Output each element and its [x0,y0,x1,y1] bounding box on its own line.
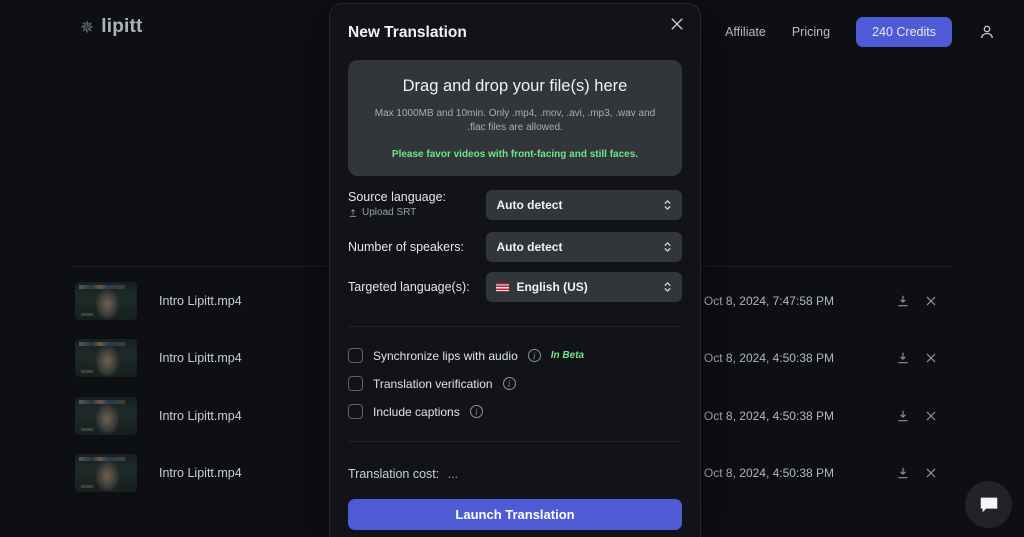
download-icon[interactable] [896,409,910,423]
asterisk-icon: ✵ [80,17,95,37]
option-label: Synchronize lips with audio [373,348,518,363]
download-icon[interactable] [896,351,910,365]
close-icon[interactable] [668,15,686,33]
close-icon[interactable] [924,409,938,423]
upload-icon [349,208,357,217]
app-root: ✵ lipitt Affiliate Pricing 240 Credits I… [0,0,1024,537]
option-include-captions[interactable]: Include captions i [348,404,483,419]
field-source-language: Source language: Upload SRT Auto detect [348,190,682,220]
nav-pricing[interactable]: Pricing [792,25,830,39]
video-thumbnail [75,454,137,493]
dropzone-title: Drag and drop your file(s) here [402,76,628,95]
row-filename: Intro Lipitt.mp4 [159,351,242,366]
option-label: Include captions [373,404,460,419]
upload-srt-label: Upload SRT [362,207,417,218]
upload-srt-button[interactable]: Upload SRT [348,207,486,218]
row-date: Oct 8, 2024, 7:47:58 PM [703,293,834,308]
download-icon[interactable] [896,466,910,480]
speakers-label: Number of speakers: [348,240,465,254]
source-language-value: Auto detect [496,198,563,212]
user-icon[interactable] [978,23,996,41]
row-date: Oct 8, 2024, 4:50:38 PM [703,351,834,366]
top-nav: Affiliate Pricing 240 Credits [725,17,996,47]
close-icon[interactable] [924,294,938,308]
brand-name: lipitt [101,16,143,37]
targeted-language-text: English (US) [516,280,588,294]
beta-badge: In Beta [550,350,585,361]
speakers-value: Auto detect [496,240,563,254]
row-actions [896,409,938,423]
checkbox[interactable] [348,404,363,419]
translation-cost-label: Translation cost: [348,467,440,481]
row-date: Oct 8, 2024, 4:50:38 PM [703,466,834,481]
video-thumbnail [75,396,137,435]
row-actions [896,466,938,480]
divider [348,326,682,327]
info-icon[interactable]: i [527,349,541,362]
file-dropzone[interactable]: Drag and drop your file(s) here Max 1000… [348,60,682,176]
checkbox[interactable] [348,376,363,391]
row-filename: Intro Lipitt.mp4 [159,408,242,423]
launch-translation-button[interactable]: Launch Translation [348,499,682,530]
chevron-updown-icon [663,279,672,295]
targeted-language-label: Targeted language(s): [348,280,470,294]
row-filename: Intro Lipitt.mp4 [159,466,242,481]
field-speakers: Number of speakers: Auto detect [348,232,682,262]
chevron-updown-icon [663,239,672,255]
speakers-select[interactable]: Auto detect [486,232,682,262]
credits-badge[interactable]: 240 Credits [856,17,952,47]
divider [348,441,682,442]
page-title: New Translation [348,24,467,41]
info-icon[interactable]: i [502,377,516,390]
nav-affiliate[interactable]: Affiliate [725,25,766,39]
dropzone-subtitle: Max 1000MB and 10min. Only .mp4, .mov, .… [374,107,656,134]
video-thumbnail [75,339,137,378]
option-label: Translation verification [373,376,493,391]
checkbox[interactable] [348,348,363,363]
translation-cost: Translation cost: ... [348,467,458,481]
option-translation-verification[interactable]: Translation verification i [348,376,516,391]
info-icon[interactable]: i [469,405,483,418]
dropzone-note: Please favor videos with front-facing an… [391,148,639,160]
close-icon[interactable] [924,351,938,365]
chat-bubble-icon[interactable] [965,481,1012,528]
targeted-language-select[interactable]: English (US) [486,272,682,302]
source-language-select[interactable]: Auto detect [486,190,682,220]
targeted-language-value: English (US) [496,280,588,294]
video-thumbnail [75,281,137,320]
brand-logo[interactable]: ✵ lipitt [80,16,143,38]
translation-cost-value: ... [447,467,459,481]
new-translation-modal: New Translation Drag and drop your file(… [330,4,700,537]
row-date: Oct 8, 2024, 4:50:38 PM [703,408,834,423]
download-icon[interactable] [896,294,910,308]
source-language-label: Source language: [348,190,446,204]
row-actions [896,294,938,308]
row-filename: Intro Lipitt.mp4 [159,293,242,308]
close-icon[interactable] [924,466,938,480]
field-targeted-language: Targeted language(s): English (US) [348,272,682,302]
us-flag-icon [496,282,510,292]
option-lip-sync[interactable]: Synchronize lips with audio i In Beta [348,348,584,363]
chevron-updown-icon [663,197,672,213]
row-actions [896,351,938,365]
